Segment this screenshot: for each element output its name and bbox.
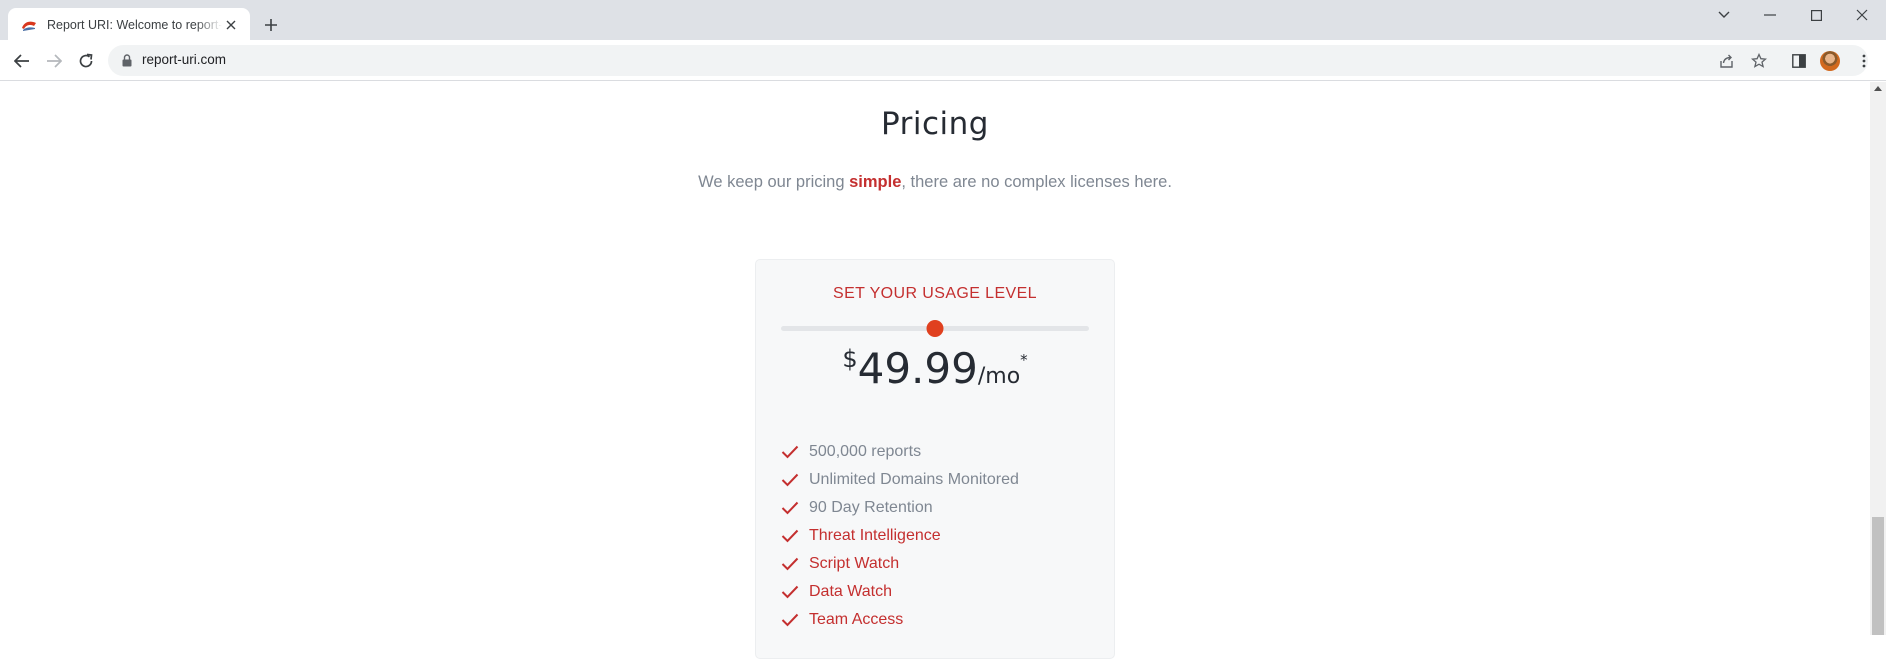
close-window-icon[interactable]: [1839, 0, 1885, 30]
slider-thumb[interactable]: [926, 320, 944, 337]
price-currency: $: [842, 345, 858, 373]
checkmark-icon: [781, 473, 799, 487]
usage-level-label: SET YOUR USAGE LEVEL: [833, 285, 1037, 302]
side-panel-icon[interactable]: [1786, 48, 1812, 74]
report-uri-favicon-icon: [22, 21, 36, 31]
tab-close-icon[interactable]: [222, 16, 240, 34]
price-amount: 49.99: [857, 344, 978, 393]
feature-item: Data Watch: [781, 578, 1019, 606]
vertical-scrollbar[interactable]: [1870, 82, 1886, 635]
minimize-icon[interactable]: [1747, 0, 1793, 30]
browser-toolbar: report-uri.com: [0, 40, 1886, 81]
tab-search-chevron-down-icon[interactable]: [1701, 0, 1747, 30]
feature-label: Unlimited Domains Monitored: [809, 471, 1019, 488]
share-icon[interactable]: [1716, 50, 1738, 72]
feature-label: Data Watch: [809, 583, 892, 600]
address-bar[interactable]: report-uri.com: [108, 45, 1868, 76]
url-text: report-uri.com: [142, 52, 227, 67]
subtitle-text-end: , there are no complex licenses here.: [901, 173, 1172, 191]
avatar-image: [1820, 51, 1840, 71]
checkmark-icon: [781, 529, 799, 543]
price-display: $49.99/mo*: [756, 344, 1114, 393]
feature-label: Script Watch: [809, 555, 900, 572]
feature-list: 500,000 reports Unlimited Domains Monito…: [781, 438, 1019, 634]
checkmark-icon: [781, 557, 799, 571]
feature-item: Script Watch: [781, 550, 1019, 578]
feature-label: Team Access: [809, 611, 904, 628]
pricing-heading: Pricing: [881, 106, 989, 142]
feature-label: Threat Intelligence: [809, 527, 941, 544]
pricing-card: SET YOUR USAGE LEVEL $49.99/mo* 500,000 …: [755, 259, 1115, 659]
new-tab-icon[interactable]: [260, 14, 282, 36]
checkmark-icon: [781, 445, 799, 459]
checkmark-icon: [781, 501, 799, 515]
maximize-icon[interactable]: [1793, 0, 1839, 30]
reload-icon[interactable]: [73, 48, 99, 74]
checkmark-icon: [781, 613, 799, 627]
feature-label: 90 Day Retention: [809, 499, 933, 516]
price-period: /mo: [977, 364, 1021, 389]
pricing-subtitle: We keep our pricing simple, there are no…: [0, 173, 1870, 192]
feature-label: 500,000 reports: [809, 443, 922, 460]
feature-item: Threat Intelligence: [781, 522, 1019, 550]
bookmark-star-icon[interactable]: [1748, 50, 1770, 72]
lock-icon: [122, 54, 132, 67]
checkmark-icon: [781, 585, 799, 599]
scroll-up-arrow-icon[interactable]: [1874, 86, 1882, 91]
subtitle-emphasis: simple: [849, 173, 902, 191]
tab-title: Report URI: Welcome to report-uri: [47, 17, 222, 32]
feature-item: 500,000 reports: [781, 438, 1019, 466]
menu-kebab-icon[interactable]: [1851, 48, 1877, 74]
usage-slider[interactable]: [781, 320, 1089, 337]
subtitle-text-start: We keep our pricing: [698, 173, 850, 191]
feature-item: Unlimited Domains Monitored: [781, 466, 1019, 494]
browser-tab[interactable]: Report URI: Welcome to report-uri: [8, 8, 250, 41]
price-asterisk: *: [1020, 351, 1028, 369]
feature-item: 90 Day Retention: [781, 494, 1019, 522]
scrollbar-thumb[interactable]: [1872, 517, 1884, 635]
feature-item: Team Access: [781, 606, 1019, 634]
page-content: Pricing We keep our pricing simple, ther…: [0, 82, 1870, 659]
back-arrow-icon[interactable]: [9, 48, 35, 74]
forward-arrow-icon[interactable]: [41, 48, 67, 74]
profile-avatar[interactable]: [1817, 48, 1843, 74]
tab-strip: Report URI: Welcome to report-uri: [0, 0, 1886, 41]
